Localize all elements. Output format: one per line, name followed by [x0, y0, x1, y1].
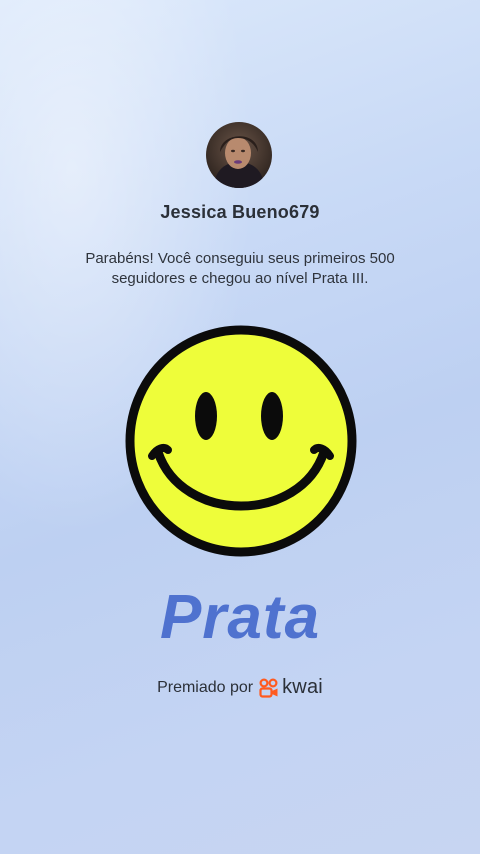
- level-name: Prata: [159, 583, 321, 652]
- avatar-image: [206, 122, 272, 188]
- kwai-logo[interactable]: kwai: [259, 676, 323, 699]
- awarded-by: Premiado por kwai: [0, 676, 480, 699]
- awarded-label: Premiado por: [157, 678, 254, 696]
- achievement-message: Parabéns! Você conseguiu seus primeiros …: [85, 250, 395, 287]
- username: Jessica Bueno679: [160, 202, 320, 222]
- kwai-logo-icon: [259, 677, 278, 698]
- kwai-brand-name: kwai: [282, 676, 323, 698]
- smiley-face-icon: [124, 324, 358, 558]
- avatar[interactable]: [206, 122, 272, 188]
